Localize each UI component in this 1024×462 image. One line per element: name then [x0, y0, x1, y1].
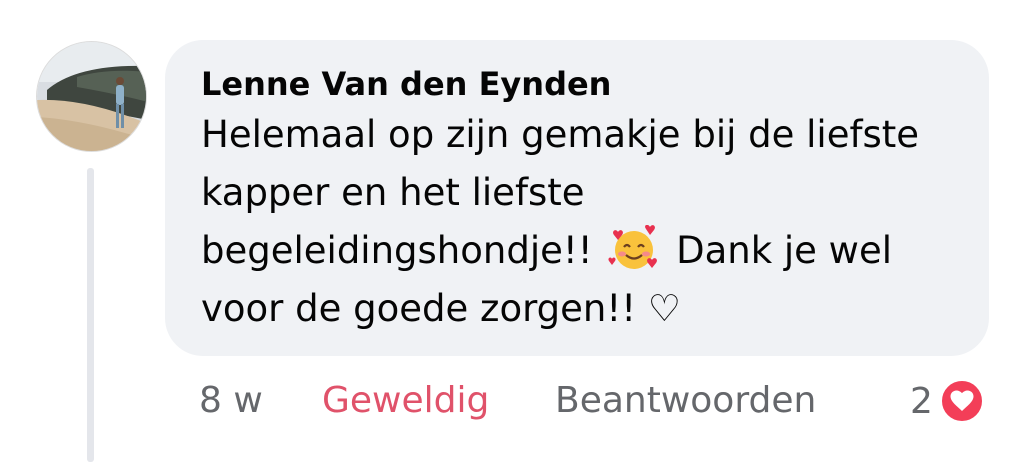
reaction-summary[interactable]: 2 — [910, 372, 985, 430]
reply-button[interactable]: Beantwoorden — [555, 372, 816, 430]
avatar-photo — [37, 42, 146, 151]
smiling-face-with-hearts-icon — [608, 225, 658, 269]
thread-line — [87, 168, 94, 462]
avatar[interactable] — [36, 41, 147, 152]
reaction-button[interactable]: Geweldig — [322, 372, 489, 430]
reaction-count: 2 — [910, 380, 933, 422]
comment-bubble: Lenne Van den Eynden Helemaal op zijn ge… — [165, 40, 989, 356]
comment-text: Helemaal op zijn gemakje bij de liefste … — [201, 106, 953, 338]
heart-icon — [938, 378, 985, 424]
comment-thread: Lenne Van den Eynden Helemaal op zijn ge… — [0, 0, 1024, 462]
comment-author[interactable]: Lenne Van den Eynden — [201, 62, 953, 106]
comment-timestamp[interactable]: 8 w — [199, 372, 263, 430]
